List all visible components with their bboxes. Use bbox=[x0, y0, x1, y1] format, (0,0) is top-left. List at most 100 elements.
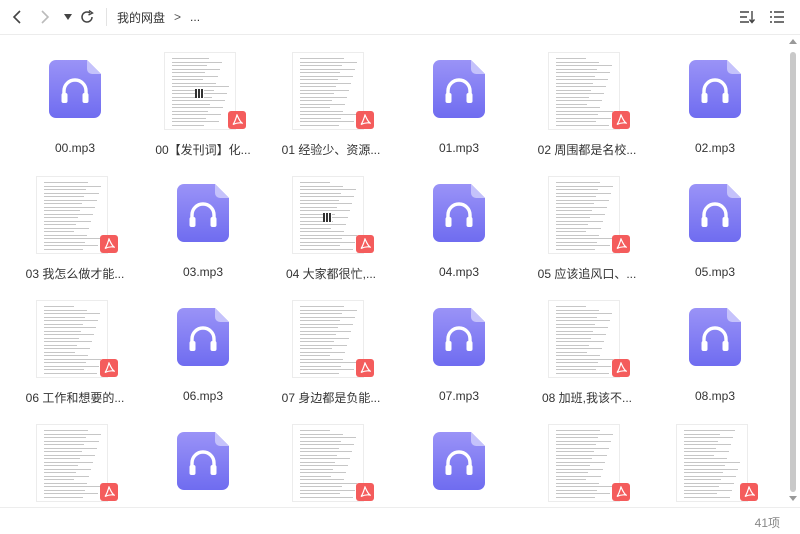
file-item[interactable]: 10.mp3 bbox=[395, 419, 523, 505]
file-item[interactable]: 01.mp3 bbox=[395, 47, 523, 171]
file-thumbnail bbox=[11, 295, 139, 378]
chevron-right-icon bbox=[41, 10, 50, 24]
file-thumbnail bbox=[651, 47, 779, 129]
file-thumbnail bbox=[267, 419, 395, 502]
file-thumbnail bbox=[523, 171, 651, 254]
forward-button[interactable] bbox=[34, 7, 54, 27]
audio-file-icon bbox=[433, 184, 485, 242]
file-item[interactable]: 09 办公室站队... bbox=[11, 419, 139, 505]
audio-file-icon bbox=[689, 184, 741, 242]
file-item[interactable]: 00【发刊词】化... bbox=[139, 47, 267, 171]
pdf-preview bbox=[36, 176, 108, 254]
file-thumbnail bbox=[395, 47, 523, 129]
file-item[interactable]: 05 应该追风口、... bbox=[523, 171, 651, 295]
back-button[interactable] bbox=[8, 7, 28, 27]
pdf-icon bbox=[356, 359, 374, 377]
file-name: 01 经验少、资源... bbox=[281, 143, 381, 157]
file-item[interactable]: 02 周围都是名校... bbox=[523, 47, 651, 171]
file-name: 04.mp3 bbox=[438, 265, 480, 279]
file-item[interactable]: 03.mp3 bbox=[139, 171, 267, 295]
file-item[interactable]: 08.mp3 bbox=[651, 295, 779, 419]
refresh-button[interactable] bbox=[77, 7, 97, 27]
audio-file-icon bbox=[689, 308, 741, 366]
pdf-icon bbox=[612, 235, 630, 253]
file-name: 06.mp3 bbox=[182, 389, 224, 403]
chevron-left-icon bbox=[12, 10, 21, 24]
pdf-preview bbox=[292, 52, 364, 130]
file-name: 07.mp3 bbox=[438, 389, 480, 403]
pdf-preview bbox=[292, 176, 364, 254]
pdf-icon bbox=[740, 483, 758, 501]
sort-button[interactable] bbox=[738, 8, 756, 26]
file-name: 04 大家都很忙,... bbox=[285, 267, 377, 281]
file-name: 03.mp3 bbox=[182, 265, 224, 279]
file-thumbnail bbox=[267, 47, 395, 130]
file-item[interactable]: 10 领了责人上来... bbox=[267, 419, 395, 505]
caret-down-icon bbox=[64, 14, 72, 20]
toolbar: 我的网盘 > ... bbox=[0, 0, 800, 35]
file-item[interactable]: 05.mp3 bbox=[651, 171, 779, 295]
file-item[interactable]: 00.mp3 bbox=[11, 47, 139, 171]
view-mode-button[interactable] bbox=[768, 8, 786, 26]
breadcrumb: 我的网盘 > ... bbox=[106, 8, 200, 26]
audio-file-icon bbox=[177, 432, 229, 490]
scroll-down-arrow-icon bbox=[789, 496, 797, 501]
file-item[interactable]: 07.mp3 bbox=[395, 295, 523, 419]
file-thumbnail bbox=[11, 47, 139, 129]
file-thumbnail bbox=[139, 47, 267, 130]
pdf-preview bbox=[292, 424, 364, 502]
scrollbar[interactable] bbox=[789, 36, 797, 504]
pdf-icon bbox=[100, 483, 118, 501]
file-item[interactable]: 06.mp3 bbox=[139, 295, 267, 419]
file-item[interactable]: 11 我以高效提话... bbox=[523, 419, 651, 505]
file-thumbnail bbox=[267, 295, 395, 378]
file-name: 08.mp3 bbox=[694, 389, 736, 403]
file-item[interactable]: 03 我怎么做才能... bbox=[11, 171, 139, 295]
file-thumbnail bbox=[11, 419, 139, 502]
pdf-preview bbox=[164, 52, 236, 130]
file-item[interactable]: 04 大家都很忙,... bbox=[267, 171, 395, 295]
breadcrumb-root[interactable]: 我的网盘 bbox=[117, 9, 165, 26]
sort-icon bbox=[740, 11, 755, 24]
file-item[interactable]: 04.mp3 bbox=[395, 171, 523, 295]
file-item[interactable]: 06 工作和想要的... bbox=[11, 295, 139, 419]
file-name: 07 身边都是负能... bbox=[281, 391, 381, 405]
file-item[interactable]: 09.mp3 bbox=[139, 419, 267, 505]
file-name: 00.mp3 bbox=[54, 141, 96, 155]
pdf-icon bbox=[612, 111, 630, 129]
file-item[interactable]: 07 身边都是负能... bbox=[267, 295, 395, 419]
breadcrumb-more[interactable]: ... bbox=[190, 10, 200, 24]
file-thumbnail bbox=[395, 295, 523, 377]
file-thumbnail bbox=[139, 171, 267, 253]
file-thumbnail bbox=[651, 295, 779, 377]
audio-file-icon bbox=[177, 308, 229, 366]
file-thumbnail bbox=[267, 171, 395, 254]
file-thumbnail bbox=[395, 171, 523, 253]
file-thumbnail bbox=[395, 419, 523, 501]
file-name: 01.mp3 bbox=[438, 141, 480, 155]
file-thumbnail bbox=[523, 419, 651, 502]
file-thumbnail bbox=[139, 419, 267, 501]
audio-file-icon bbox=[433, 308, 485, 366]
file-item[interactable]: 02.mp3 bbox=[651, 47, 779, 171]
history-dropdown-button[interactable] bbox=[58, 7, 78, 27]
file-thumbnail bbox=[523, 295, 651, 378]
pdf-icon bbox=[356, 111, 374, 129]
pdf-icon bbox=[612, 483, 630, 501]
pdf-preview bbox=[36, 300, 108, 378]
view-tools bbox=[738, 8, 786, 26]
audio-file-icon bbox=[689, 60, 741, 118]
scroll-thumb[interactable] bbox=[790, 52, 796, 492]
item-count: 41项 bbox=[754, 516, 780, 530]
file-item[interactable]: 01 经验少、资源... bbox=[267, 47, 395, 171]
file-name: 06 工作和想要的... bbox=[25, 391, 125, 405]
file-item[interactable]: 08 加班,我该不... bbox=[523, 295, 651, 419]
file-thumbnail bbox=[523, 47, 651, 130]
pdf-icon bbox=[356, 483, 374, 501]
pdf-preview bbox=[36, 424, 108, 502]
pdf-icon bbox=[228, 111, 246, 129]
file-thumbnail bbox=[651, 171, 779, 253]
file-name: 00【发刊词】化... bbox=[155, 143, 251, 157]
status-bar: 41项 bbox=[0, 507, 800, 534]
file-item[interactable]: 11 我以高效提话... bbox=[651, 419, 779, 505]
